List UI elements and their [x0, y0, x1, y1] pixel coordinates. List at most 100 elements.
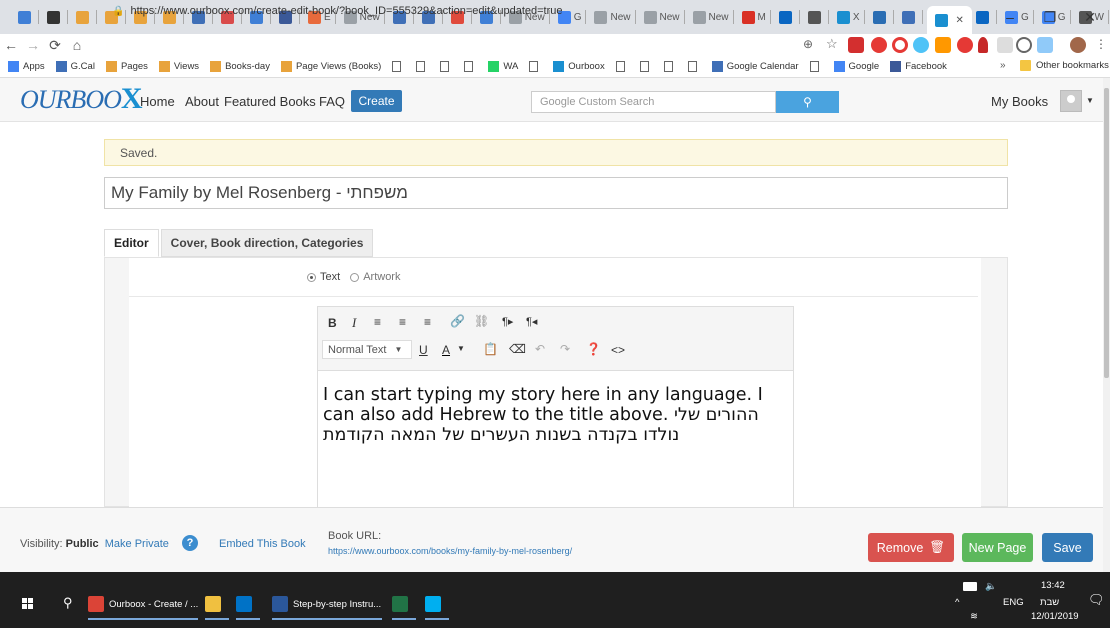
browser-tab[interactable]: [14, 6, 43, 28]
underline-button[interactable]: U: [419, 343, 428, 357]
menu-icon[interactable]: ⋮: [1095, 37, 1107, 51]
battery-icon[interactable]: [963, 582, 977, 591]
eraser-icon[interactable]: ⌫: [509, 342, 526, 356]
notifications-icon[interactable]: 🗨: [1088, 592, 1105, 608]
help-icon[interactable]: ?: [182, 535, 198, 551]
bookmark-item[interactable]: Apps: [8, 61, 45, 72]
taskbar-item[interactable]: [392, 588, 413, 620]
code-icon[interactable]: <>: [611, 343, 625, 357]
browser-tab-active[interactable]: ✕: [926, 6, 972, 34]
browser-tab[interactable]: [869, 6, 898, 28]
taskbar-item[interactable]: Ourboox - Create / ...: [88, 588, 198, 620]
story-text-editor[interactable]: I can start typing my story here in any …: [317, 370, 794, 507]
chevron-down-icon[interactable]: ▼: [1086, 96, 1094, 105]
star-icon[interactable]: ☆: [826, 36, 838, 52]
tab-editor[interactable]: Editor: [104, 229, 159, 257]
more-bookmarks-icon[interactable]: »: [1000, 60, 1006, 71]
bookmark-item[interactable]: [639, 61, 653, 72]
search-icon[interactable]: ⚲: [63, 595, 73, 611]
undo-icon[interactable]: ↶: [535, 342, 545, 356]
extension-icon[interactable]: [871, 37, 887, 53]
unlink-icon[interactable]: ⛓: [474, 314, 489, 328]
taskbar-item[interactable]: [425, 588, 446, 620]
paste-icon[interactable]: 📋: [483, 342, 498, 356]
italic-button[interactable]: I: [352, 315, 356, 331]
back-icon[interactable]: ←: [0, 37, 22, 53]
bookmark-item[interactable]: G.Cal: [55, 61, 95, 72]
make-private-link[interactable]: Make Private: [105, 538, 169, 550]
nav-faq[interactable]: FAQ: [319, 94, 345, 109]
minimize-button[interactable]: –: [990, 0, 1030, 34]
bookmark-item[interactable]: [392, 61, 405, 72]
help-icon[interactable]: ❓: [586, 342, 601, 356]
bookmark-item[interactable]: WA: [488, 61, 518, 72]
browser-tab[interactable]: [43, 6, 72, 28]
volume-icon[interactable]: 🔈: [985, 581, 997, 592]
maximize-button[interactable]: ❐: [1030, 0, 1070, 34]
radio-artwork[interactable]: [350, 272, 360, 282]
avatar[interactable]: [1060, 90, 1082, 112]
bookmark-item[interactable]: [615, 61, 629, 72]
bookmark-item[interactable]: Google: [833, 61, 879, 72]
search-button[interactable]: ⚲: [776, 91, 839, 113]
scrollbar[interactable]: [1103, 78, 1110, 572]
bookmark-item[interactable]: [440, 61, 453, 72]
taskbar-item[interactable]: Step-by-step Instru...: [272, 588, 381, 620]
search-input[interactable]: Google Custom Search: [531, 91, 776, 113]
profile-icon[interactable]: [1070, 37, 1086, 53]
bookmark-item[interactable]: Page Views (Books): [280, 61, 381, 72]
browser-tab[interactable]: [898, 6, 927, 28]
bookmark-item[interactable]: Pages: [105, 61, 148, 72]
radio-text[interactable]: [307, 272, 316, 282]
reload-icon[interactable]: ⟳: [44, 37, 66, 54]
text-color-button[interactable]: A: [442, 343, 450, 357]
new-page-button[interactable]: New Page: [962, 533, 1033, 562]
create-button[interactable]: Create: [351, 90, 402, 112]
nav-home[interactable]: Home: [140, 94, 175, 109]
embed-book-link[interactable]: Embed This Book: [219, 538, 306, 550]
close-tab-icon[interactable]: ✕: [956, 15, 964, 26]
extension-icon[interactable]: [892, 37, 908, 53]
windows-start-icon[interactable]: [22, 598, 34, 610]
wifi-icon[interactable]: ≋: [970, 611, 978, 622]
chevron-down-icon[interactable]: ▼: [457, 344, 465, 353]
extension-icon[interactable]: [848, 37, 864, 53]
remove-button[interactable]: Remove 🗑: [868, 533, 954, 562]
forward-icon[interactable]: →: [22, 37, 44, 53]
tab-cover-settings[interactable]: Cover, Book direction, Categories: [160, 229, 374, 257]
bookmark-item[interactable]: Views: [158, 61, 199, 72]
extension-icon[interactable]: [913, 37, 929, 53]
browser-tab[interactable]: X: [833, 6, 869, 28]
extension-icon[interactable]: [935, 37, 951, 53]
bookmark-item[interactable]: [529, 61, 542, 72]
align-left-icon[interactable]: ≡: [374, 315, 381, 329]
save-button[interactable]: Save: [1042, 533, 1093, 562]
home-icon[interactable]: ⌂: [66, 37, 88, 53]
format-select[interactable]: Normal Text ▼: [322, 340, 412, 359]
book-url-link[interactable]: https://www.ourboox.com/books/my-family-…: [328, 546, 572, 556]
rtl-icon[interactable]: ¶◂: [526, 315, 537, 328]
close-window-button[interactable]: ✕: [1070, 0, 1110, 34]
bookmark-item[interactable]: Books-day: [210, 61, 270, 72]
bookmark-item[interactable]: [663, 61, 677, 72]
ourboox-logo[interactable]: OURBOOX: [20, 82, 143, 116]
bookmark-item[interactable]: [416, 61, 429, 72]
bookmark-item[interactable]: [464, 61, 477, 72]
zoom-icon[interactable]: ⊕: [803, 37, 813, 51]
clock-time[interactable]: 13:42: [1041, 580, 1065, 591]
bookmark-item[interactable]: [809, 61, 823, 72]
link-icon[interactable]: 🔗: [450, 314, 465, 328]
other-bookmarks[interactable]: Other bookmarks: [1036, 60, 1109, 71]
bookmark-item[interactable]: Ourboox: [553, 61, 605, 72]
align-center-icon[interactable]: ≡: [399, 315, 406, 329]
nav-featured-books[interactable]: Featured Books: [224, 94, 316, 109]
url-bar[interactable]: 🔒 https://www.ourboox.com/create-edit-bo…: [112, 1, 832, 21]
taskbar-item[interactable]: [236, 588, 257, 620]
extension-icon[interactable]: [957, 37, 973, 53]
ltr-icon[interactable]: ¶▸: [502, 315, 513, 328]
bookmark-item[interactable]: Facebook: [890, 61, 947, 72]
book-title-input[interactable]: My Family by Mel Rosenberg - משפחתי: [104, 177, 1008, 209]
chevron-up-icon[interactable]: ^: [955, 597, 959, 608]
extension-icon[interactable]: [1037, 37, 1053, 53]
extension-icon[interactable]: [1016, 37, 1032, 53]
